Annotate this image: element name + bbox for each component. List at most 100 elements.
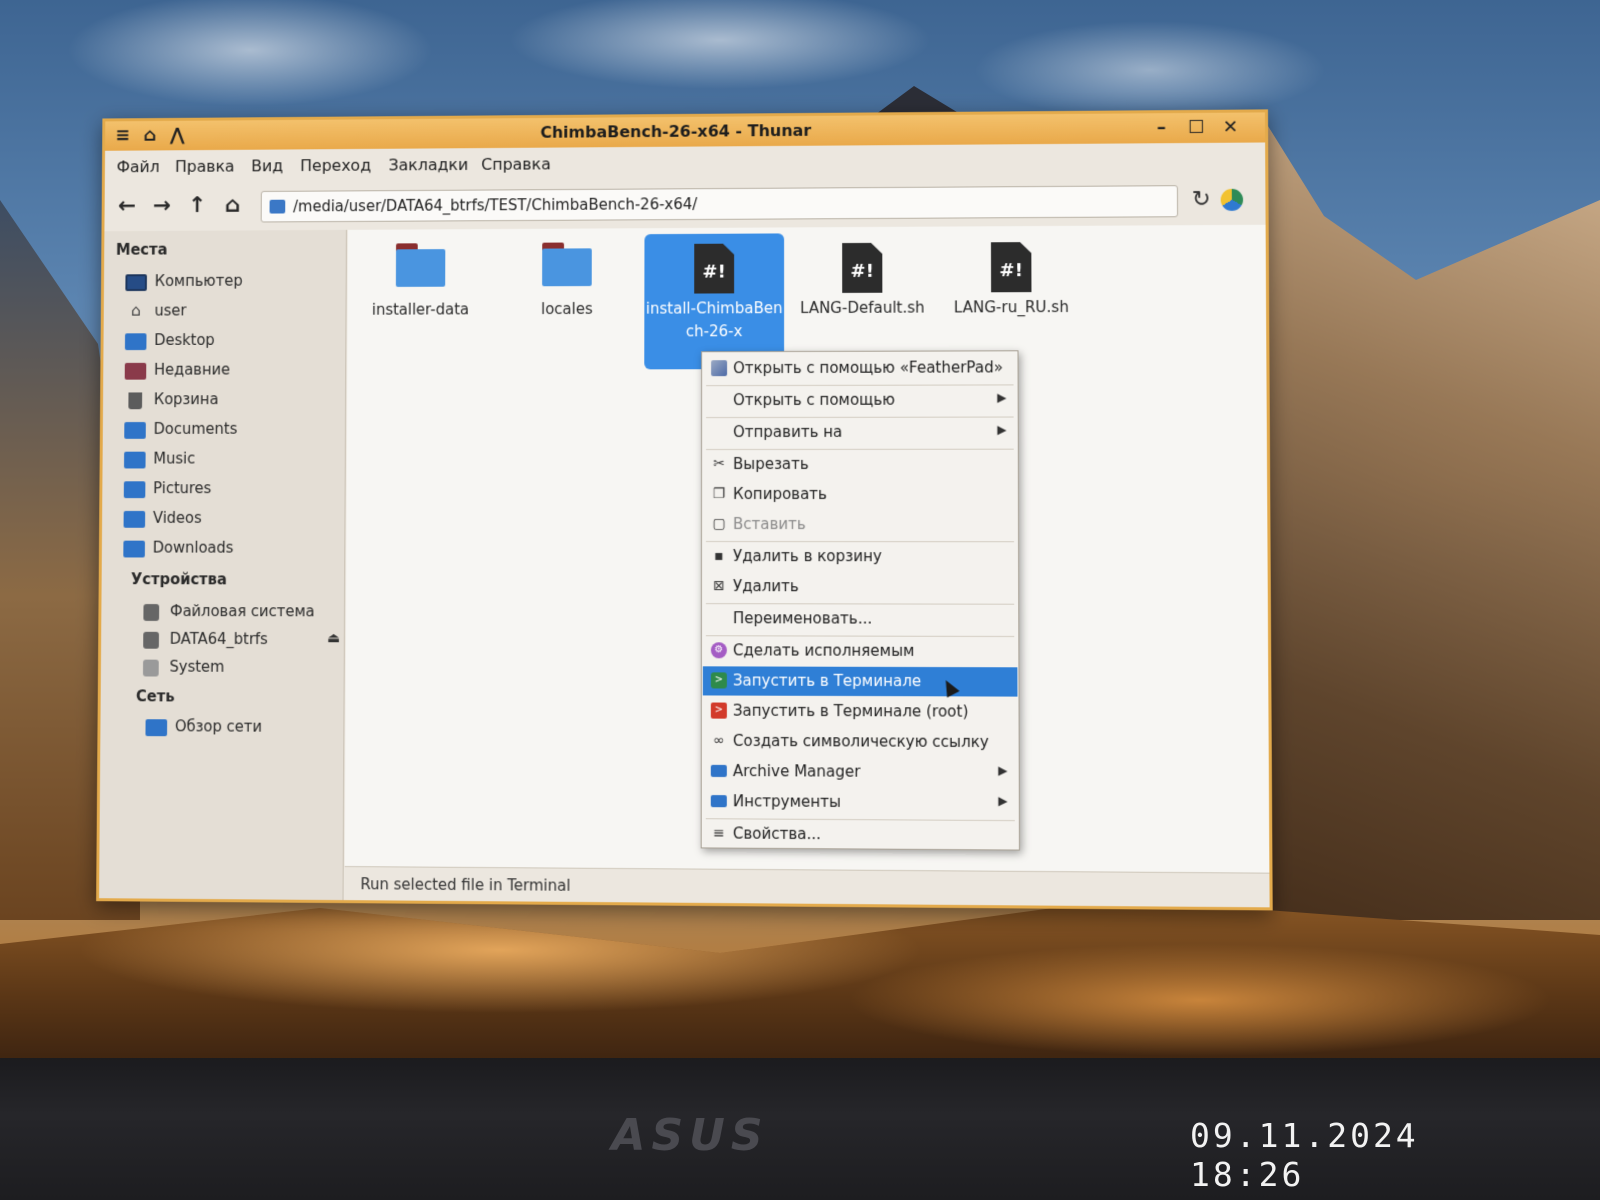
menu-item-rename[interactable]: Переименовать... [703,604,1017,634]
delete-icon: ⊠ [713,578,725,595]
sidebar-item-computer[interactable]: Компьютер [125,269,341,296]
submenu-arrow-icon: ▶ [997,390,1007,405]
sidebar-item-filesystem[interactable]: Файловая система [140,600,356,626]
file-item-install-script[interactable]: #! install-ChimbaBench-26-x [644,233,785,370]
sidebar-item-label: Корзина [153,390,219,409]
context-menu: Открыть с помощью «FeatherPad» Открыть с… [700,350,1020,851]
home-icon[interactable]: ⌂ [218,191,248,221]
menu-item-create-symlink[interactable]: ∞ Создать символическую ссылку [703,727,1018,758]
folder-icon [542,242,592,287]
sidebar-item-data64[interactable]: DATA64_btrfs ⏏ [140,628,357,654]
submenu-arrow-icon: ▶ [998,763,1008,778]
menu-file[interactable]: Файл [117,157,160,176]
menu-item-label: Вставить [732,515,806,534]
sidebar-item-label: Videos [152,508,202,527]
menu-item-label: Переименовать... [732,609,873,628]
menu-edit[interactable]: Правка [175,157,235,176]
sidebar-item-downloads[interactable]: Downloads [123,537,339,563]
mouse-cursor-icon [939,676,960,698]
drive-icon [143,604,160,621]
menu-item-open-featherpad[interactable]: Открыть с помощью «FeatherPad» [703,353,1016,383]
menu-item-open-with[interactable]: Открыть с помощью ▶ [703,385,1017,415]
featherpad-icon [711,360,728,377]
menu-item-delete[interactable]: ⊠ Удалить [703,572,1017,602]
maximize-button[interactable]: ☐ [1184,116,1208,140]
sidebar-item-browse-network[interactable]: Обзор сети [145,715,362,742]
file-item-locales[interactable]: locales [497,234,636,374]
location-bar[interactable]: /media/user/DATA64_btrfs/TEST/ChimbaBenc… [260,185,1179,223]
menu-item-run-in-terminal-root[interactable]: > Запустить в Терминале (root) [703,696,1018,727]
sidebar-item-desktop[interactable]: Desktop [124,329,341,355]
script-file-icon: #! [842,243,882,293]
location-path[interactable]: /media/user/DATA64_btrfs/TEST/ChimbaBenc… [293,195,697,215]
up-arrow-icon[interactable]: ↑ [182,191,211,221]
menu-item-label: Открыть с помощью «FeatherPad» [733,358,1004,378]
menu-item-paste: ▢ Вставить [703,510,1017,539]
menu-item-make-executable[interactable]: ⚙ Сделать исполняемым [703,636,1018,666]
menu-item-label: Копировать [733,484,827,503]
keep-above-icon[interactable]: ⋀ [165,124,189,148]
submenu-arrow-icon: ▶ [998,793,1008,808]
script-file-icon: #! [991,242,1032,292]
menu-item-archive-manager[interactable]: Archive Manager ▶ [703,757,1018,788]
sidebar-item-label: user [154,301,187,320]
scissors-icon: ✂ [713,456,725,473]
sidebar: Места Компьютер ⌂ user Desktop Недавние … [99,229,347,901]
menu-bookmarks[interactable]: Закладки [389,155,469,174]
sidebar-item-label: Documents [153,419,238,438]
sidebar-item-videos[interactable]: Videos [123,507,340,533]
places-header: Места [115,240,168,259]
desktop-folder-icon [124,333,147,351]
menu-view[interactable]: Вид [251,156,283,175]
sidebar-item-label: Desktop [154,331,215,350]
toolbar: ← → ↑ ⌂ /media/user/DATA64_btrfs/TEST/Ch… [104,174,1266,232]
music-folder-icon [124,451,146,469]
home-icon: ⌂ [130,300,141,320]
network-header: Сеть [135,687,175,706]
back-arrow-icon[interactable]: ← [112,192,141,222]
menu-item-label: Открыть с помощью [733,390,895,410]
minimize-button[interactable]: – [1149,116,1173,140]
sidebar-item-documents[interactable]: Documents [124,418,340,444]
menu-item-copy[interactable]: ❐ Копировать [703,480,1017,509]
menu-item-run-in-terminal[interactable]: > Запустить в Терминале [702,666,1018,698]
properties-icon: ≡ [712,825,725,842]
reload-icon[interactable]: ↻ [1186,185,1217,215]
menu-item-send-to[interactable]: Отправить на ▶ [703,418,1017,448]
menu-item-cut[interactable]: ✂ Вырезать [703,450,1017,479]
menu-item-properties[interactable]: ≡ Свойства... [703,819,1018,850]
sidebar-item-pictures[interactable]: Pictures [123,477,340,503]
thunar-window: ≡ ⌂ ⋀ ChimbaBench-26-x64 - Thunar – ☐ ✕ … [96,109,1273,911]
window-menu-icon[interactable]: ≡ [111,124,135,148]
tools-folder-icon [710,795,727,808]
lock-icon[interactable]: ⌂ [138,124,162,148]
sidebar-item-label: Pictures [153,479,212,498]
menu-item-label: Удалить в корзину [732,547,882,566]
submenu-arrow-icon: ▶ [997,422,1007,437]
trash-icon: ▪ [714,548,724,565]
sidebar-item-label: Недавние [153,360,231,379]
eject-icon[interactable]: ⏏ [327,630,340,646]
menu-help[interactable]: Справка [481,155,551,174]
file-item-installer-data[interactable]: installer-data [351,235,490,374]
sidebar-item-user[interactable]: ⌂ user [125,299,341,325]
devices-header: Устройства [130,570,227,589]
sidebar-item-music[interactable]: Music [124,447,340,473]
menu-item-label: Запустить в Терминале (root) [732,701,969,721]
sidebar-item-recent[interactable]: Недавние [124,358,341,384]
close-button[interactable]: ✕ [1218,116,1243,140]
file-name: LANG-ru_RU.sh [953,297,1069,317]
file-name: locales [541,299,593,319]
photo-timestamp: 09.11.2024 18:26 [1190,1116,1419,1194]
sidebar-item-label: System [169,657,225,676]
menu-go[interactable]: Переход [300,156,371,175]
sidebar-item-trash[interactable]: Корзина [124,388,340,414]
menu-item-move-to-trash[interactable]: ▪ Удалить в корзину [703,542,1017,571]
trash-icon [128,392,143,410]
menu-item-tools[interactable]: Инструменты ▶ [703,787,1018,818]
app-status-icon[interactable] [1220,188,1244,211]
forward-arrow-icon[interactable]: → [147,192,176,222]
computer-icon [125,274,147,292]
menu-item-label: Создать символическую ссылку [732,731,989,752]
sidebar-item-system[interactable]: System [140,656,357,683]
